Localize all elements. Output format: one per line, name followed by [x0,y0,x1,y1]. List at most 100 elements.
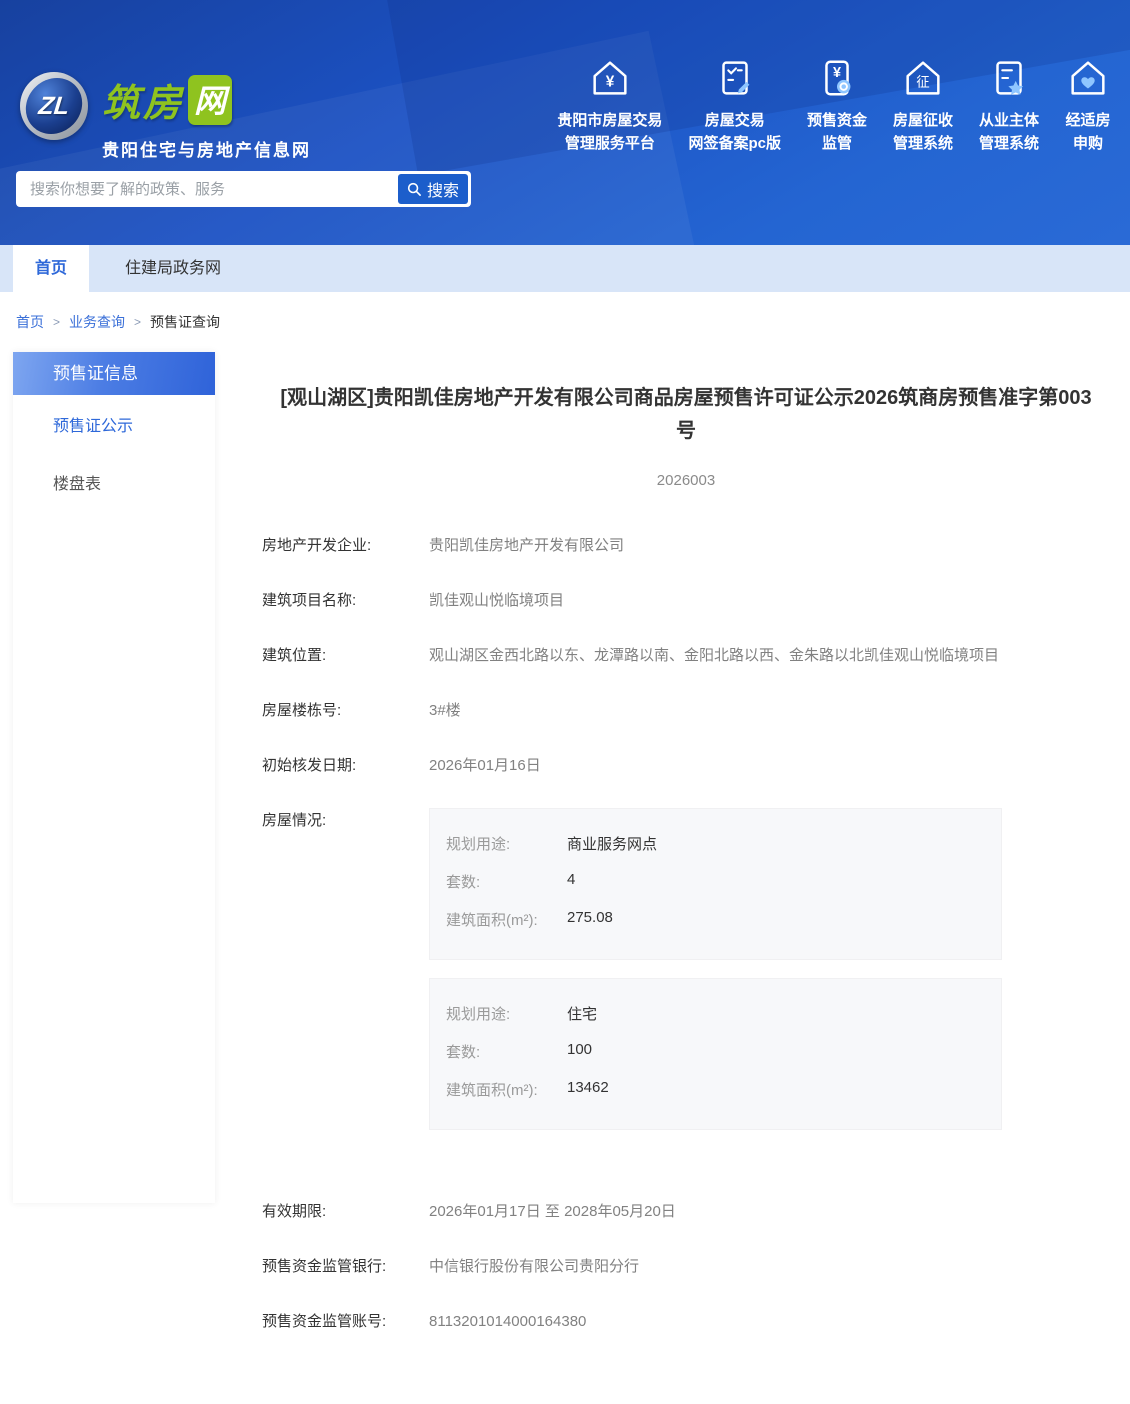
svg-text:¥: ¥ [833,65,841,81]
field-label: 房地产开发企业: [262,533,429,559]
field-location: 建筑位置: 观山湖区金西北路以东、龙潭路以南、金阳北路以西、金朱路以北凯佳观山悦… [262,643,1110,669]
field-value: 2026年01月17日 至 2028年05月20日 [429,1199,676,1225]
box-row-floor-area: 建筑面积(m²): 13462 [446,1079,985,1100]
sidebar: 预售证信息 预售证公示 楼盘表 [13,352,215,1203]
breadcrumb-current: 预售证查询 [150,312,220,332]
field-value: 中信银行股份有限公司贵阳分行 [429,1254,639,1280]
box-label: 规划用途: [446,833,567,854]
breadcrumb: 首页 > 业务查询 > 预售证查询 [0,292,1130,352]
field-validity-period: 有效期限: 2026年01月17日 至 2028年05月20日 [262,1199,1110,1225]
logo-monogram: ZL [23,78,85,134]
nav-item-requisition[interactable]: 征 房屋征收管理系统 [880,55,966,155]
certificate-number: 2026003 [262,472,1110,489]
top-tabstrip: 首页 住建局政务网 [0,245,1130,292]
sidebar-item-presale-announcement[interactable]: 预售证公示 [13,395,215,453]
site-logo[interactable]: ZL 筑房 网 贵阳住宅与房地产信息网 [20,72,311,161]
nav-item-label: 房屋交易网签备案pc版 [688,109,781,155]
svg-text:征: 征 [916,75,929,90]
nav-item-online-sign[interactable]: 房屋交易网签备案pc版 [675,55,794,155]
housing-box-residential: 规划用途: 住宅 套数: 100 建筑面积(m²): 13462 [429,978,1002,1130]
field-label: 房屋情况: [262,808,429,1170]
box-label: 建筑面积(m²): [446,909,567,930]
sidebar-item-building-table[interactable]: 楼盘表 [13,453,215,511]
field-supervision-bank: 预售资金监管银行: 中信银行股份有限公司贵阳分行 [262,1254,1110,1280]
field-label: 预售资金监管银行: [262,1254,429,1280]
field-value: 凯佳观山悦临境项目 [429,588,564,614]
main-content: [观山湖区]贵阳凯佳房地产开发有限公司商品房屋预售许可证公示2026筑商房预售准… [215,352,1130,1404]
nav-item-label: 预售资金监管 [807,109,867,155]
field-label: 预售资金监管账号: [262,1309,429,1335]
brand-name-suffix: 网 [188,75,232,125]
search-button-label: 搜索 [427,177,459,201]
doc-sign-icon [688,55,781,101]
box-value: 住宅 [567,1003,597,1024]
field-label: 建筑位置: [262,643,429,669]
field-value: 贵阳凯佳房地产开发有限公司 [429,533,624,559]
nav-item-label: 从业主体管理系统 [979,109,1039,155]
box-row-floor-area: 建筑面积(m²): 275.08 [446,909,985,930]
nav-item-entity-manage[interactable]: 从业主体管理系统 [966,55,1052,155]
field-value: 观山湖区金西北路以东、龙潭路以南、金阳北路以西、金朱路以北凯佳观山悦临境项目 [429,643,999,669]
box-row-planned-use: 规划用途: 住宅 [446,1003,985,1024]
breadcrumb-business-query-link[interactable]: 业务查询 [69,312,125,332]
box-value: 13462 [567,1079,609,1100]
search-bar: 搜索 [16,171,471,207]
brand-text: 筑房 网 贵阳住宅与房地产信息网 [102,72,311,161]
tab-home[interactable]: 首页 [13,245,89,292]
field-value: 8113201014000164380 [429,1309,586,1335]
search-icon [407,182,422,197]
field-building-number: 房屋楼栋号: 3#楼 [262,698,1110,724]
nav-item-affordable-house[interactable]: 经适房申购 [1052,55,1124,155]
field-label: 建筑项目名称: [262,588,429,614]
box-row-unit-count: 套数: 4 [446,871,985,892]
breadcrumb-home-link[interactable]: 首页 [16,312,44,332]
search-button[interactable]: 搜索 [398,174,468,204]
brand-name: 筑房 [102,72,184,127]
nav-item-label: 房屋征收管理系统 [893,109,953,155]
search-input[interactable] [16,171,398,207]
field-value: 3#楼 [429,698,461,724]
field-housing-situation: 房屋情况: 规划用途: 商业服务网点 套数: 4 建筑面积(m²): [262,808,1110,1170]
page-title: [观山湖区]贵阳凯佳房地产开发有限公司商品房屋预售许可证公示2026筑商房预售准… [262,382,1110,448]
housing-boxes: 规划用途: 商业服务网点 套数: 4 建筑面积(m²): 275.08 [429,808,1002,1170]
tab-housing-bureau-portal[interactable]: 住建局政务网 [103,245,243,292]
box-row-planned-use: 规划用途: 商业服务网点 [446,833,985,854]
header-nav: ¥ 贵阳市房屋交易管理服务平台 房屋交易网签备案pc版 [544,55,1124,155]
sidebar-header-presale-info: 预售证信息 [13,352,215,395]
box-row-unit-count: 套数: 100 [446,1041,985,1062]
field-label: 有效期限: [262,1199,429,1225]
site-header: ZL 筑房 网 贵阳住宅与房地产信息网 ¥ 贵阳市房屋交易管理服务平台 [0,0,1130,245]
entity-manage-icon [979,55,1039,101]
brand-subtitle: 贵阳住宅与房地产信息网 [102,136,311,161]
field-issue-date: 初始核发日期: 2026年01月16日 [262,753,1110,779]
box-value: 100 [567,1041,592,1062]
field-supervision-account: 预售资金监管账号: 8113201014000164380 [262,1309,1110,1335]
house-requisition-icon: 征 [893,55,953,101]
box-value: 商业服务网点 [567,833,657,854]
main-layout: 预售证信息 预售证公示 楼盘表 [观山湖区]贵阳凯佳房地产开发有限公司商品房屋预… [0,352,1130,1404]
logo-badge-icon: ZL [20,72,88,140]
breadcrumb-separator: > [53,315,60,329]
house-yuan-icon: ¥ [557,55,662,101]
nav-item-trade-platform[interactable]: ¥ 贵阳市房屋交易管理服务平台 [544,55,675,155]
field-developer: 房地产开发企业: 贵阳凯佳房地产开发有限公司 [262,533,1110,559]
detail-fields: 房地产开发企业: 贵阳凯佳房地产开发有限公司 建筑项目名称: 凯佳观山悦临境项目… [262,533,1110,1335]
box-label: 建筑面积(m²): [446,1079,567,1100]
nav-item-presale-funds[interactable]: ¥ 预售资金监管 [794,55,880,155]
field-label: 初始核发日期: [262,753,429,779]
box-value: 4 [567,871,575,892]
nav-item-label: 贵阳市房屋交易管理服务平台 [557,109,662,155]
affordable-house-icon [1065,55,1111,101]
breadcrumb-separator: > [134,315,141,329]
box-label: 套数: [446,1041,567,1062]
funds-monitor-icon: ¥ [807,55,867,101]
field-value: 2026年01月16日 [429,753,541,779]
box-label: 规划用途: [446,1003,567,1024]
housing-box-commercial: 规划用途: 商业服务网点 套数: 4 建筑面积(m²): 275.08 [429,808,1002,960]
svg-text:¥: ¥ [606,74,615,91]
field-label: 房屋楼栋号: [262,698,429,724]
box-value: 275.08 [567,909,613,930]
field-project-name: 建筑项目名称: 凯佳观山悦临境项目 [262,588,1110,614]
nav-item-label: 经适房申购 [1065,109,1111,155]
box-label: 套数: [446,871,567,892]
